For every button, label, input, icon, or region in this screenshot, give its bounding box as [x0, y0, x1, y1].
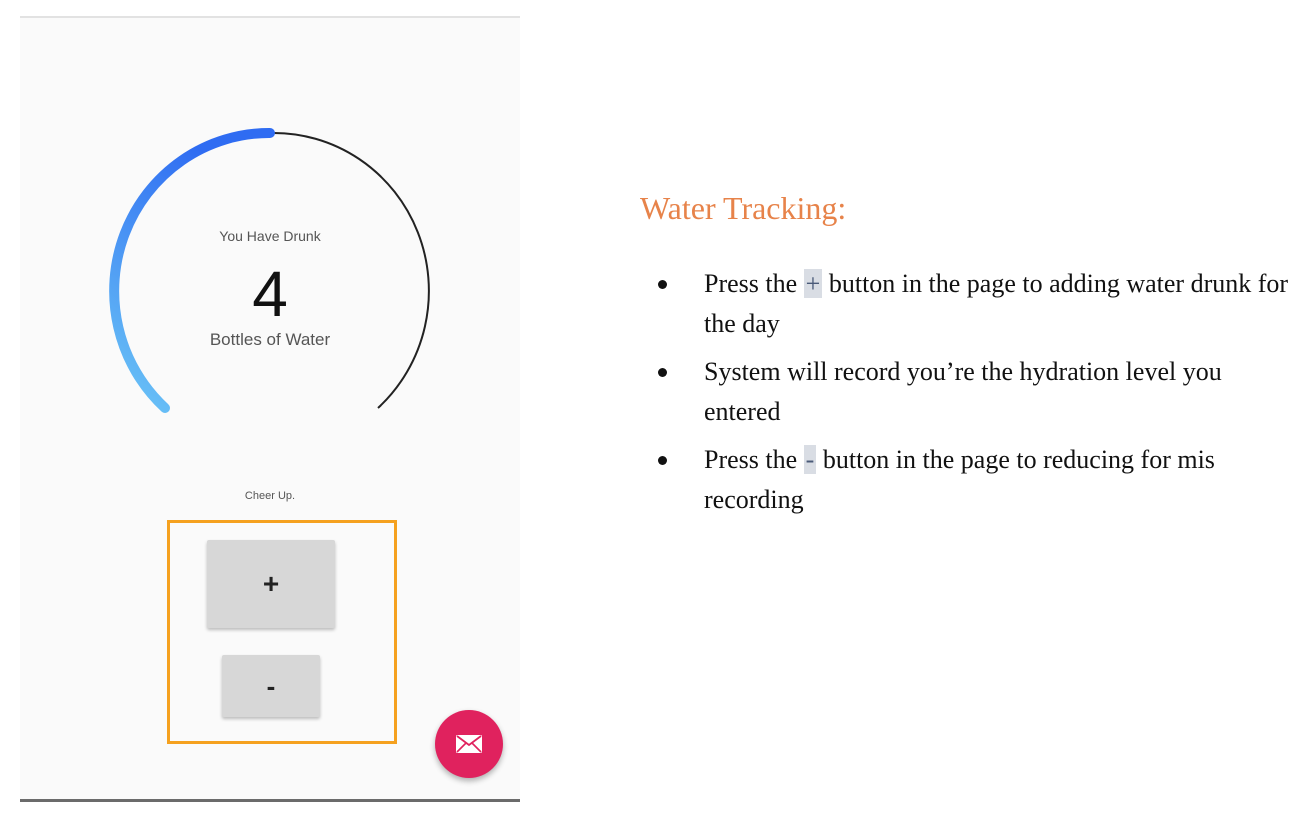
instruction-text-before: Press the: [704, 269, 804, 298]
mail-icon: [456, 735, 482, 753]
bullet-icon: [658, 280, 667, 289]
instructions-list: Press the + button in the page to adding…: [640, 264, 1290, 520]
list-item: Press the - button in the page to reduci…: [640, 440, 1290, 520]
drunk-caption: You Have Drunk: [219, 228, 321, 244]
bottle-count: 4: [252, 258, 288, 330]
remove-water-button[interactable]: -: [222, 655, 320, 717]
minus-key-label: -: [803, 445, 817, 474]
list-item: Press the + button in the page to adding…: [640, 264, 1290, 344]
bullet-icon: [658, 456, 667, 465]
bottle-unit-label: Bottles of Water: [209, 330, 331, 349]
mail-fab-button[interactable]: [435, 710, 503, 778]
instruction-text-before: Press the: [704, 445, 804, 474]
add-water-button[interactable]: +: [207, 540, 335, 628]
instructions-title: Water Tracking:: [640, 190, 847, 226]
list-item: System will record you’re the hydration …: [640, 352, 1290, 432]
plus-key-label: +: [803, 269, 823, 298]
instructions-panel: Water Tracking: Press the + button in th…: [640, 186, 1290, 528]
instruction-text: System will record you’re the hydration …: [704, 357, 1222, 426]
cheer-message: Cheer Up.: [244, 490, 296, 502]
water-tracker-screen: You Have Drunk 4 Bottles of Water Cheer …: [20, 16, 520, 802]
bullet-icon: [658, 368, 667, 377]
